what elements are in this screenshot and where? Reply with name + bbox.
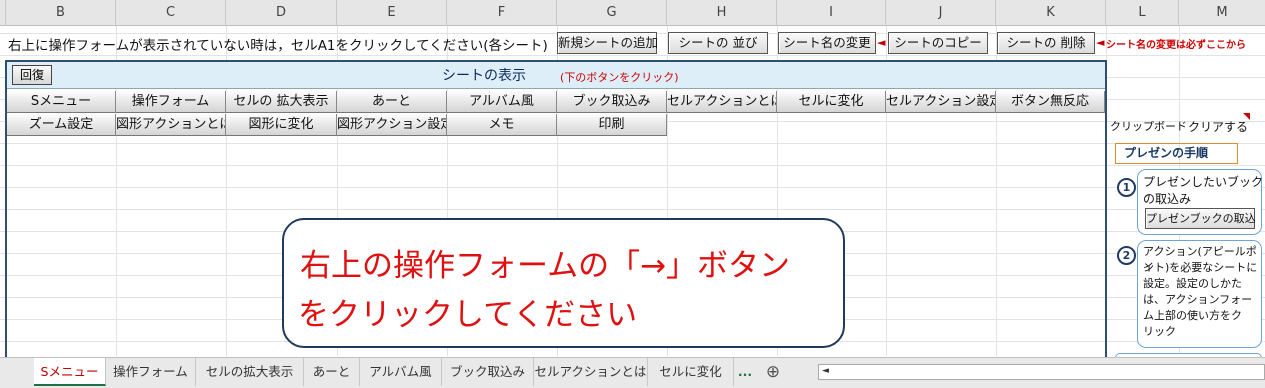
step-2-text-line: ム上部の使い方をク [1143,309,1242,322]
menu-button-album[interactable]: アルバム風 [447,91,557,113]
menu-button-print[interactable]: 印刷 [557,114,667,136]
sheet-tab-book-import[interactable]: ブック取込み [442,358,534,386]
menu-button-cell-action-settings[interactable]: セルアクション設定 [886,91,996,113]
menu-button-memo[interactable]: メモ [447,114,557,136]
step-2-text-line: は、アクションフォー [1143,293,1253,306]
col-header-h[interactable]: H [667,0,777,26]
clipboard-label[interactable]: クリップボード [1110,118,1187,134]
col-header-l[interactable]: L [1106,0,1179,26]
step-2-text-line: リック [1143,325,1176,338]
sheet-tab-cell-zoom[interactable]: セルの拡大表示 [196,358,304,386]
horizontal-scrollbar[interactable]: ◄ [818,364,1265,380]
sheet-tab-cell-change[interactable]: セルに変化 [648,358,734,386]
sheet-tab-album[interactable]: アルバム風 [360,358,442,386]
comment-indicator-icon [1243,113,1250,120]
rename-warning-text: シート名の変更は必ずここから [1106,40,1246,51]
menu-button-zoom-settings[interactable]: ズーム設定 [7,114,116,136]
step-1-text-line-2: の取込み [1143,192,1192,206]
arrow-left-icon: ◄ [877,36,886,49]
step-1-number: 1 [1117,178,1136,197]
more-tabs-button[interactable]: ... [735,358,755,386]
col-header-j[interactable]: J [886,0,996,26]
col-header-f[interactable]: F [447,0,557,26]
delete-sheet-button[interactable]: シートの 削除 [997,32,1095,54]
message-line-2: をクリックしてください [298,297,638,333]
menu-button-cell-action-about[interactable]: セルアクションとは [667,91,777,113]
col-header-m[interactable]: M [1179,0,1265,26]
panel-note: (下のボタンをクリック) [560,71,679,84]
import-presentation-book-button[interactable]: プレゼンブックの取込 [1145,208,1256,229]
presentation-title: プレゼンの手順 [1115,143,1238,164]
sheet-tab-cell-action-about[interactable]: セルアクションとは [534,358,648,386]
menu-button-book-import[interactable]: ブック取込み [557,91,667,113]
sort-sheets-button[interactable]: シートの 並び [668,32,768,54]
col-header-k[interactable]: K [996,0,1106,26]
menu-button-shape-change[interactable]: 図形に変化 [226,114,337,136]
rename-sheet-button[interactable]: シート名の変更 [778,32,876,54]
panel-title: シートの表示 [442,68,526,84]
step-2-text-line: ント)を必要なシートに [1143,261,1258,274]
sheet-tab-operation-form[interactable]: 操作フォーム [106,358,196,386]
scroll-left-icon[interactable]: ◄ [822,366,829,376]
col-header-b[interactable]: B [6,0,116,26]
arrow-left-icon: ◄ [1096,36,1105,49]
col-header-i[interactable]: I [777,0,886,26]
menu-button-operation-form[interactable]: 操作フォーム [116,91,226,113]
menu-button-cell-zoom[interactable]: セルの 拡大表示 [226,91,337,113]
step-2-number: 2 [1117,246,1136,265]
column-header-bar: B C D E F G H I J K L M [0,0,1265,26]
copy-sheet-button[interactable]: シートのコピー [888,32,988,54]
menu-button-shape-action-about[interactable]: 図形アクションとは [116,114,226,136]
col-header-d[interactable]: D [226,0,337,26]
message-line-1: 右上の操作フォームの「→」ボタン [300,248,791,284]
col-header-g[interactable]: G [557,0,667,26]
clear-label[interactable]: クリアする [1188,118,1248,135]
col-header-e[interactable]: E [337,0,447,26]
step-2-text-line: 設定。設定のしかた [1143,277,1242,290]
menu-button-art[interactable]: あーと [337,91,447,113]
add-sheet-tab-icon[interactable]: ⊕ [760,358,786,386]
step-1-text-line-1: プレゼンしたいブック [1143,175,1264,189]
add-sheet-button[interactable]: 新規シートの追加 [557,32,658,54]
instruction-text: 右上に操作フォームが表示されていない時は，セルA1をクリックしてください(各シー… [8,38,548,54]
col-header-c[interactable]: C [116,0,226,26]
menu-button-button-no-response[interactable]: ボタン無反応 [996,91,1105,113]
sheet-tab-s-menu[interactable]: Sメニュー [34,358,106,386]
menu-button-s-menu[interactable]: Sメニュー [7,91,116,113]
restore-button[interactable]: 回復 [12,65,52,85]
menu-button-shape-action-settings[interactable]: 図形アクション設定 [337,114,447,136]
sheet-tab-art[interactable]: あーと [304,358,360,386]
menu-button-cell-change[interactable]: セルに変化 [777,91,886,113]
